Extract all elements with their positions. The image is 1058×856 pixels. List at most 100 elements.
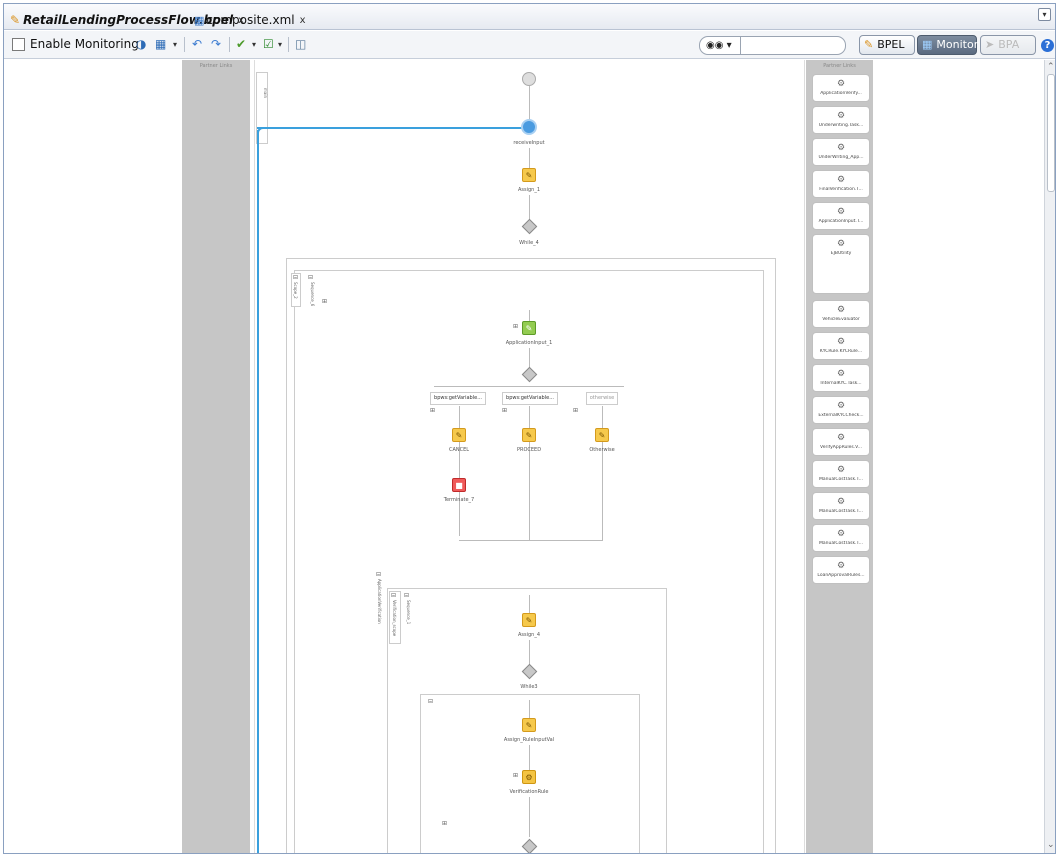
sensor-icon[interactable]: ▦ [155, 36, 166, 53]
scrollbar-thumb[interactable] [1047, 74, 1055, 192]
expand-icon[interactable]: ⊞ [430, 407, 435, 414]
layout-icon[interactable]: ◫ [295, 36, 306, 53]
partner-link-card[interactable]: ⚙ ManualCostTask.T... [812, 492, 870, 520]
otherwise-assign-node[interactable]: ✎ [595, 428, 609, 442]
service-gear-icon: ⚙ [836, 143, 846, 153]
sensor-dropdown-icon[interactable]: ▾ [173, 36, 177, 53]
tab-list-dropdown-icon[interactable]: ▾ [1038, 8, 1051, 21]
expand-icon[interactable]: ⊞ [442, 820, 447, 827]
application-input-task-node[interactable]: ✎ [522, 321, 536, 335]
terminate-7-label: Terminate_7 [443, 497, 475, 503]
partner-link-card[interactable]: ⚙ VehicleEvaluator [812, 300, 870, 328]
monitor-config-icon[interactable]: ◑ [136, 36, 146, 53]
undo-icon[interactable]: ↶ [192, 36, 202, 53]
service-gear-icon: ⚙ [836, 175, 846, 185]
expand-icon[interactable]: ⊞ [513, 772, 518, 779]
partner-link-card[interactable]: ⚙ ApplicationVerify... [812, 74, 870, 102]
checklist-icon[interactable]: ☑ [263, 36, 274, 53]
search-input[interactable] [740, 36, 846, 55]
partner-link-card[interactable]: ⚙ ManualCostTask.T... [812, 524, 870, 552]
partner-link-card[interactable]: ⚙ FinalVerification.T... [812, 170, 870, 198]
binoculars-icon: ◉◉ [706, 40, 724, 51]
collapse-icon[interactable]: ⊟ [376, 571, 381, 578]
assign-4-node[interactable]: ✎ [522, 613, 536, 627]
editor-toolbar: Enable Monitoring ◑ ▦ ▾ ↶ ↷ ✔ ▾ ☑ ▾ ◫ ◉◉… [4, 31, 1055, 59]
partner-link-label: InternalKYC.Task... [820, 381, 862, 386]
assign-1-node[interactable]: ✎ [522, 168, 536, 182]
process-start-node[interactable] [522, 72, 536, 86]
partner-link-card[interactable]: ⚙ VerifyAppRules.V... [812, 428, 870, 456]
main-scope-border [804, 60, 805, 853]
assign-rule-input-label: Assign_RuleInputVal [503, 737, 555, 743]
assign-1-label: Assign_1 [517, 187, 541, 193]
assign-rule-input-node[interactable]: ✎ [522, 718, 536, 732]
editor-tab-bar: ✎ RetailLendingProcessFlow.bpel x ▦ comp… [4, 4, 1055, 30]
enable-monitoring-checkbox[interactable] [12, 38, 25, 51]
scroll-down-icon[interactable]: ⌄ [1047, 840, 1055, 850]
service-gear-icon: ⚙ [836, 207, 846, 217]
flow-connector [529, 195, 530, 220]
partner-link-card[interactable]: ⚙ EJBUtility [812, 234, 870, 294]
flow-connector [529, 700, 530, 718]
bpel-label: BPEL [877, 38, 905, 51]
partner-link-card[interactable]: ⚙ KYCRule.KYCRule... [812, 332, 870, 360]
collapse-icon[interactable]: ⊟ [293, 274, 298, 281]
tab-close-icon[interactable]: x [300, 15, 306, 26]
collapse-icon[interactable]: ⊟ [391, 592, 396, 599]
verification-rule-node[interactable]: ⚙ [522, 770, 536, 784]
flow-connector [529, 797, 530, 837]
bpel-view-button[interactable]: ✎ BPEL [859, 35, 915, 55]
collapse-icon[interactable]: ⊟ [308, 274, 313, 281]
vertical-scrollbar[interactable]: ⌃ ⌄ [1044, 60, 1055, 853]
flow-connector [529, 745, 530, 770]
expand-icon[interactable]: ⊞ [573, 407, 578, 414]
partner-link-card[interactable]: ⚙ Underwriting.Task... [812, 106, 870, 134]
receive-input-node[interactable] [521, 119, 537, 135]
bpel-file-icon: ✎ [10, 13, 21, 27]
partner-link-label: KYCRule.KYCRule... [819, 349, 863, 354]
scroll-up-icon[interactable]: ⌃ [1047, 62, 1055, 72]
validate-dropdown-icon[interactable]: ▾ [252, 36, 256, 53]
cancel-label: CANCEL [448, 447, 470, 453]
expand-icon[interactable]: ⊞ [513, 323, 518, 330]
validate-icon[interactable]: ✔ [236, 36, 246, 53]
proceed-assign-node[interactable]: ✎ [522, 428, 536, 442]
monitor-view-button[interactable]: ▦ Monitor [917, 35, 978, 55]
checklist-dropdown-icon[interactable]: ▾ [278, 36, 282, 53]
verification-rule-label: VerificationRule [509, 789, 549, 795]
left-lane-title: Partner Links [199, 63, 233, 69]
partner-link-card[interactable]: ⚙ ExternalKYCCheck... [812, 396, 870, 424]
partner-link-label: VerifyAppRules.V... [820, 445, 862, 450]
help-icon[interactable]: ? [1041, 39, 1054, 52]
proceed-condition-box[interactable]: bpws:getVariable... [502, 392, 558, 405]
scope-2-label: Scope_2 [293, 282, 298, 299]
service-gear-icon: ⚙ [836, 79, 846, 89]
partner-link-card[interactable]: ⚙ InternalKYC.Task... [812, 364, 870, 392]
tab-composite-xml[interactable]: ▦ composite.xml x [194, 10, 306, 30]
service-gear-icon: ⚙ [836, 465, 846, 475]
expand-icon[interactable]: ⊞ [502, 407, 507, 414]
partner-link-card[interactable]: ⚙ ApplicationInput.T... [812, 202, 870, 230]
terminate-7-node[interactable]: ■ [452, 478, 466, 492]
search-options-button[interactable]: ◉◉ ▾ [699, 36, 741, 55]
partner-link-label: ManualCostTask.T... [818, 541, 863, 546]
bpa-view-button[interactable]: ➤ BPA [980, 35, 1036, 55]
bpel-design-canvas[interactable]: Partner Links Partner Links main receive… [4, 60, 1044, 853]
redo-icon[interactable]: ↷ [211, 36, 221, 53]
partner-link-card[interactable]: ⚙ UnderWriting_App... [812, 138, 870, 166]
collapse-icon[interactable]: ⊟ [404, 592, 409, 599]
partner-link-label: UnderWriting_App... [818, 155, 864, 160]
assign-4-label: Assign_4 [517, 632, 541, 638]
partner-link-card[interactable]: ⚙ ManualCostTask.T... [812, 460, 870, 488]
partner-link-label: ManualCostTask.T... [818, 509, 863, 514]
switch-branch-line [434, 386, 624, 387]
collapse-icon[interactable]: ⊟ [428, 698, 433, 705]
cancel-condition-box[interactable]: bpws:getVariable... [430, 392, 486, 405]
while-4-node[interactable] [521, 218, 538, 235]
right-lane-title: Partner Links [823, 63, 856, 69]
expand-icon[interactable]: ⊞ [322, 298, 327, 305]
service-gear-icon: ⚙ [836, 305, 846, 315]
partner-link-card[interactable]: ⚙ LoanApprovalRules... [812, 556, 870, 584]
otherwise-condition-box[interactable]: otherwise [586, 392, 618, 405]
cancel-assign-node[interactable]: ✎ [452, 428, 466, 442]
